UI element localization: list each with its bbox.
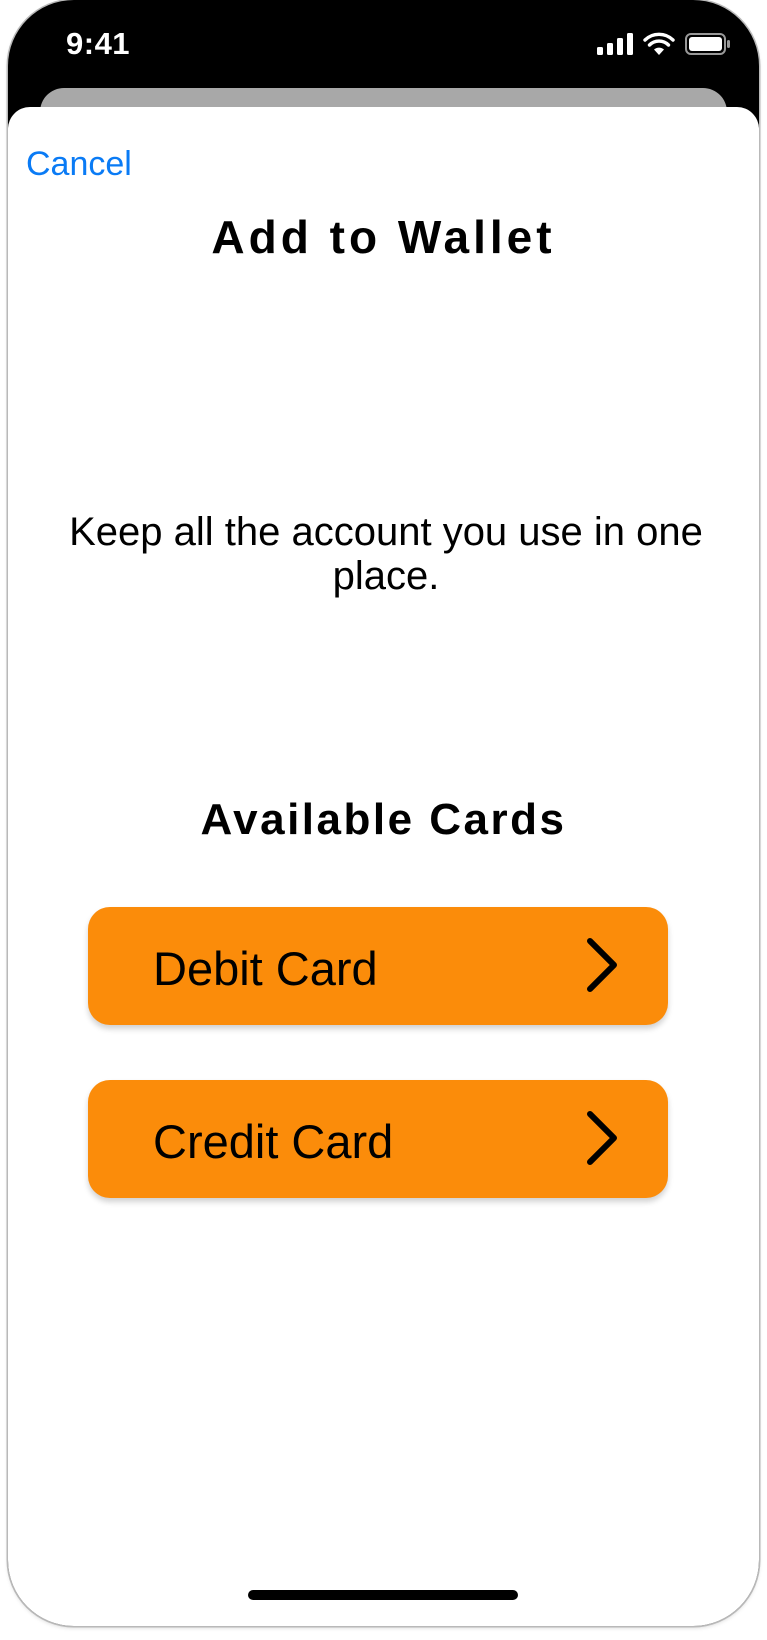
page-title: Add to Wallet <box>211 211 556 263</box>
battery-icon <box>685 33 730 55</box>
status-bar: 9:41 <box>8 0 759 90</box>
device-frame: 9:41 Cancel Add to Wallet Keep all the a… <box>8 0 759 1626</box>
cellular-signal-icon <box>597 33 633 55</box>
credit-card-button[interactable]: Credit Card <box>88 1080 668 1198</box>
credit-card-label: Credit Card <box>153 1115 394 1168</box>
cancel-button[interactable]: Cancel <box>26 145 132 184</box>
status-time: 9:41 <box>66 26 131 61</box>
chevron-right-icon <box>587 938 617 992</box>
add-to-wallet-sheet: Cancel Add to Wallet Keep all the accoun… <box>8 107 759 1626</box>
debit-card-button[interactable]: Debit Card <box>88 907 668 1025</box>
section-title-available-cards: Available Cards <box>200 795 567 844</box>
chevron-right-icon <box>587 1111 617 1165</box>
wifi-icon <box>643 32 675 55</box>
status-icons <box>597 32 731 56</box>
debit-card-label: Debit Card <box>153 942 378 995</box>
home-indicator[interactable] <box>248 1590 518 1600</box>
tagline-text: Keep all the account you use in one plac… <box>69 510 703 598</box>
